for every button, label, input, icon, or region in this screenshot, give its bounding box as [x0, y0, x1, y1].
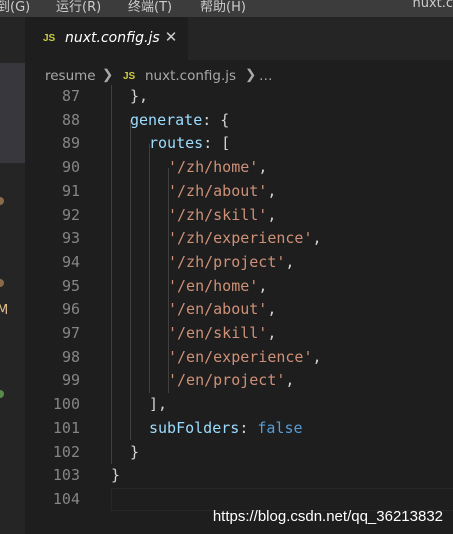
menu-bar: 到(G) 运行(R) 终端(T) 帮助(H) nuxt.co — [0, 0, 453, 17]
route-string: '/en/about' — [168, 300, 268, 319]
menu-run[interactable]: 运行(R) — [56, 0, 101, 15]
code-line-100: ], — [149, 395, 168, 414]
route-string: '/zh/home' — [168, 158, 259, 177]
line-number: 98 — [61, 347, 80, 366]
routes-key: routes — [149, 134, 204, 153]
line-number: 87 — [61, 87, 80, 105]
line-number: 96 — [61, 300, 80, 319]
code-editor[interactable]: 87 88 89 90 91 92 93 94 95 96 97 98 99 1… — [25, 85, 453, 534]
line-number: 95 — [61, 276, 80, 295]
line-number: 94 — [61, 252, 80, 271]
line-number: 90 — [61, 158, 80, 177]
line-number: 100 — [52, 395, 80, 414]
subfolders-key: subFolders — [149, 418, 240, 437]
menu-goto[interactable]: 到(G) — [0, 0, 30, 15]
route-string: '/en/skill' — [168, 324, 268, 342]
tab-label: nuxt.config.js — [65, 30, 160, 46]
tab-bar: JS nuxt.config.js ✕ — [25, 17, 453, 60]
sidebar-active-item[interactable] — [0, 63, 25, 163]
indent-guide — [130, 120, 131, 440]
tab-nuxt-config[interactable]: JS nuxt.config.js ✕ — [25, 17, 189, 60]
code-line-97: '/en/skill', — [168, 324, 277, 342]
code-line-96: '/en/about', — [168, 300, 277, 319]
code-line-89: routes: [ — [149, 134, 231, 153]
line-number: 91 — [61, 181, 80, 200]
line-number: 101 — [52, 418, 80, 437]
route-string: '/zh/experience' — [168, 229, 313, 248]
code-line-99: '/en/project', — [168, 371, 295, 390]
line-number: 102 — [52, 442, 80, 461]
breadcrumb-folder[interactable]: resume — [45, 68, 96, 84]
close-icon[interactable]: ✕ — [163, 28, 179, 46]
line-number: 103 — [52, 466, 80, 485]
code-line-92: '/zh/skill', — [168, 205, 277, 224]
code-line-103: } — [111, 466, 121, 485]
route-string: '/zh/project' — [168, 252, 286, 271]
watermark: https://blog.csdn.net/qq_36213832 — [212, 508, 443, 525]
window-title: nuxt.co — [412, 0, 453, 11]
breadcrumb-file[interactable]: nuxt.config.js — [145, 68, 236, 84]
line-number: 97 — [61, 324, 80, 342]
breadcrumb-more[interactable]: … — [259, 68, 273, 84]
modified-dot-icon — [0, 279, 4, 287]
line-number: 93 — [61, 229, 80, 248]
code-line-91: '/zh/about', — [168, 181, 277, 200]
line-number: 92 — [61, 205, 80, 224]
generate-key: generate — [130, 110, 203, 129]
route-string: '/zh/skill' — [168, 205, 268, 224]
modified-letter: M — [0, 303, 9, 318]
route-string: '/en/project' — [168, 371, 286, 390]
code-line-88: generate: { — [130, 110, 230, 129]
code-line-90: '/zh/home', — [168, 158, 268, 177]
route-string: '/en/experience' — [168, 347, 313, 366]
route-string: '/zh/about' — [168, 181, 268, 200]
code-line-102: } — [130, 442, 140, 461]
subfolders-value: false — [257, 418, 303, 437]
menu-terminal[interactable]: 终端(T) — [128, 0, 172, 15]
menu-help[interactable]: 帮助(H) — [200, 0, 246, 15]
line-number: 99 — [61, 371, 80, 390]
chevron-right-icon: ❯ — [245, 67, 257, 83]
javascript-file-icon: JS — [43, 33, 56, 44]
indent-guide — [149, 144, 150, 393]
code-line-87: }, — [130, 87, 149, 105]
code-line-93: '/zh/experience', — [168, 229, 322, 248]
breadcrumb: resume ❯ JS nuxt.config.js ❯ … — [25, 60, 453, 90]
code-line-95: '/en/home', — [168, 276, 268, 295]
route-string: '/en/home' — [168, 276, 259, 295]
chevron-right-icon: ❯ — [102, 67, 114, 83]
sidebar: M — [0, 17, 25, 534]
line-number: 104 — [52, 489, 80, 508]
code-line-98: '/en/experience', — [168, 347, 322, 366]
javascript-file-icon: JS — [123, 71, 136, 82]
code-line-94: '/zh/project', — [168, 252, 295, 271]
line-number: 88 — [61, 110, 80, 129]
line-number: 89 — [61, 134, 80, 153]
added-dot-icon — [0, 390, 4, 398]
indent-guide — [111, 85, 112, 464]
code-line-101: subFolders: false — [149, 418, 303, 437]
modified-dot-icon — [0, 197, 4, 205]
